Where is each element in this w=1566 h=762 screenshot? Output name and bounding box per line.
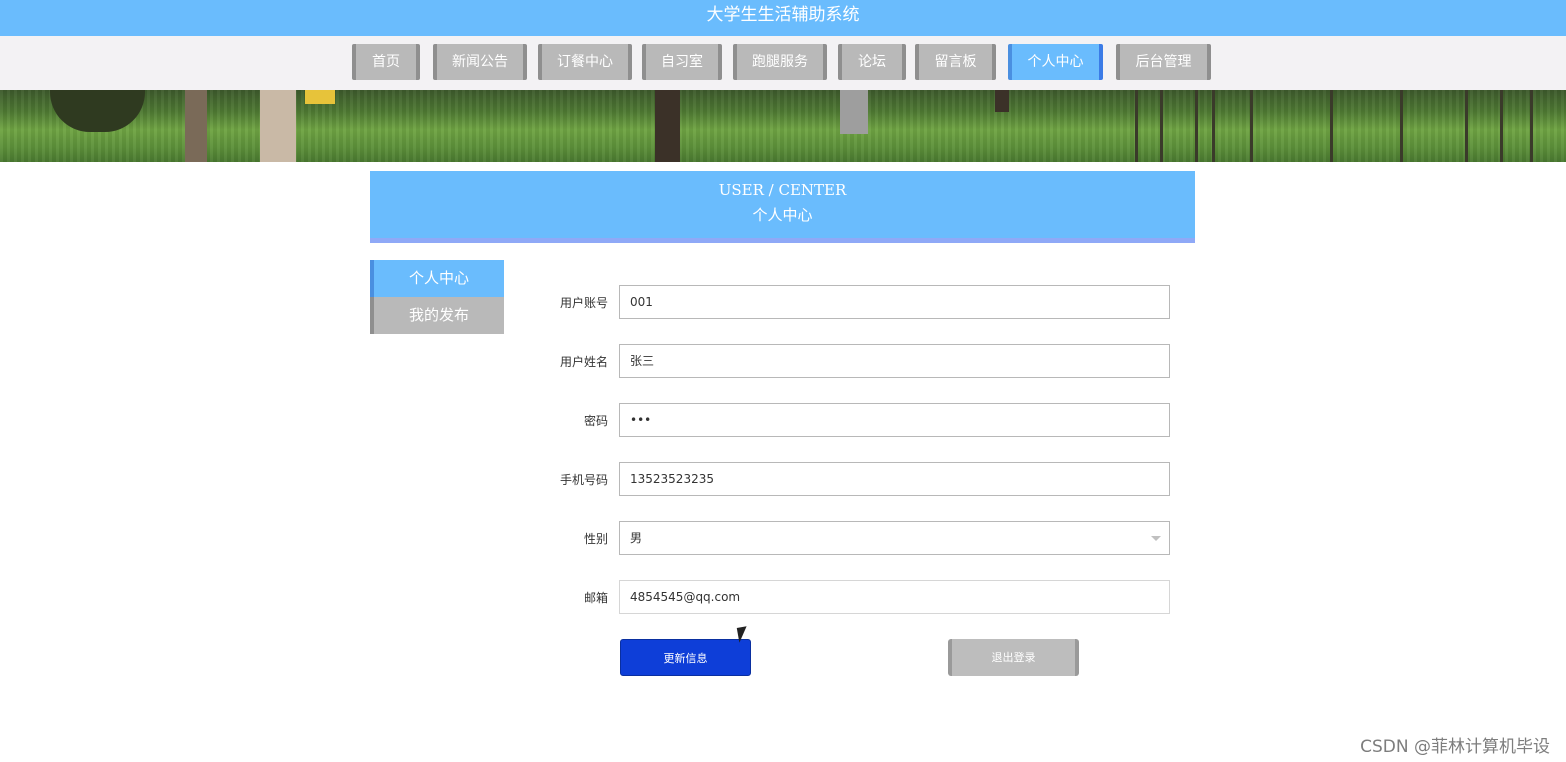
bamboo-stalk bbox=[1530, 90, 1533, 162]
bamboo-stalk bbox=[1160, 90, 1163, 162]
bamboo-stalk bbox=[1195, 90, 1198, 162]
mouse-cursor-icon bbox=[736, 626, 750, 643]
bamboo-stalk bbox=[1330, 90, 1333, 162]
nav-item-message-board[interactable]: 留言板 bbox=[915, 44, 996, 80]
bamboo-stalk bbox=[1250, 90, 1253, 162]
nav-item-food-order[interactable]: 订餐中心 bbox=[538, 44, 632, 80]
name-label: 用户姓名 bbox=[559, 355, 608, 369]
banner-image bbox=[0, 90, 1566, 162]
logout-button[interactable]: 退出登录 bbox=[948, 639, 1079, 676]
nav-item-home[interactable]: 首页 bbox=[352, 44, 420, 80]
phone-label: 手机号码 bbox=[559, 473, 608, 487]
section-title-cn: 个人中心 bbox=[752, 206, 813, 224]
nav-item-study-room[interactable]: 自习室 bbox=[642, 44, 722, 80]
account-label: 用户账号 bbox=[559, 296, 608, 310]
sidebar-item-user-center[interactable]: 个人中心 bbox=[370, 260, 504, 297]
password-input[interactable]: ••• bbox=[619, 403, 1170, 437]
nav-item-news[interactable]: 新闻公告 bbox=[433, 44, 527, 80]
gender-value: 男 bbox=[630, 531, 643, 545]
gender-select[interactable]: 男 bbox=[619, 521, 1170, 555]
bamboo-stalk bbox=[1135, 90, 1138, 162]
section-title-en: USER / CENTER bbox=[718, 181, 847, 199]
tree-trunk bbox=[185, 90, 207, 162]
watermark: CSDN @菲林计算机毕设 bbox=[1360, 737, 1550, 757]
nav-item-errand[interactable]: 跑腿服务 bbox=[733, 44, 827, 80]
bamboo-stalk bbox=[1465, 90, 1468, 162]
bamboo-stalk bbox=[1400, 90, 1403, 162]
email-label: 邮箱 bbox=[583, 591, 608, 605]
tree-trunk bbox=[655, 90, 680, 162]
account-input[interactable]: 001 bbox=[619, 285, 1170, 319]
main-nav: 首页 新闻公告 订餐中心 自习室 跑腿服务 论坛 留言板 个人中心 后台管理 bbox=[0, 36, 1566, 90]
nav-item-user-center[interactable]: 个人中心 bbox=[1008, 44, 1103, 80]
section-header: USER / CENTER 个人中心 bbox=[370, 171, 1195, 243]
gender-label: 性别 bbox=[583, 532, 608, 546]
bamboo-stalk bbox=[1500, 90, 1503, 162]
yellow-object bbox=[305, 90, 335, 104]
tree-trunk bbox=[995, 90, 1009, 112]
nav-item-forum[interactable]: 论坛 bbox=[838, 44, 906, 80]
pole bbox=[840, 90, 868, 134]
nav-item-admin[interactable]: 后台管理 bbox=[1116, 44, 1211, 80]
name-input[interactable]: 张三 bbox=[619, 344, 1170, 378]
tree-trunk bbox=[260, 90, 296, 162]
email-input[interactable]: 4854545@qq.com bbox=[619, 580, 1170, 614]
app-title: 大学生生活辅助系统 bbox=[0, 0, 1566, 36]
chevron-down-icon bbox=[1151, 536, 1161, 541]
bamboo-stalk bbox=[1212, 90, 1215, 162]
phone-input[interactable]: 13523523235 bbox=[619, 462, 1170, 496]
update-info-button[interactable]: 更新信息 bbox=[620, 639, 751, 676]
password-label: 密码 bbox=[583, 414, 608, 428]
sidebar-item-my-posts[interactable]: 我的发布 bbox=[370, 297, 504, 334]
